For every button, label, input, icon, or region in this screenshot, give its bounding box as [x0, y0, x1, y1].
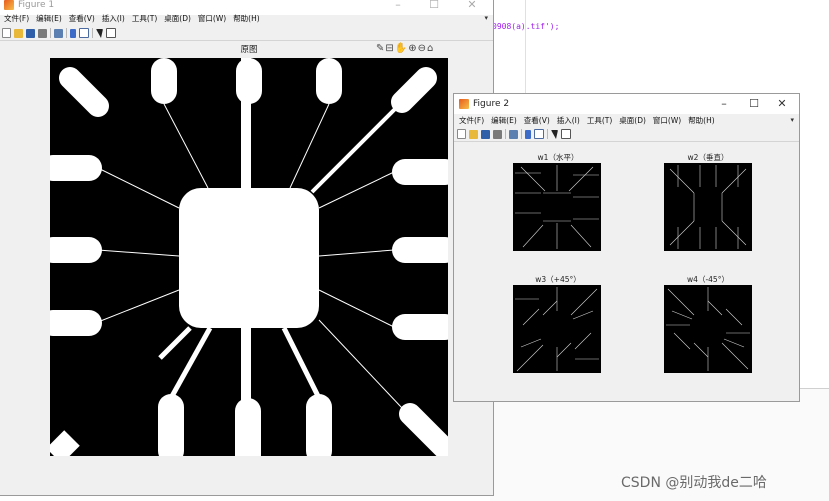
- original-image: [50, 58, 448, 456]
- pin-right-1: [392, 159, 448, 185]
- pin-right-2: [392, 237, 448, 263]
- link-plot-icon[interactable]: [54, 28, 63, 38]
- toolbar-separator: [547, 129, 548, 139]
- pin-right-3: [392, 314, 448, 340]
- subplot-w4-image: [664, 285, 752, 373]
- menu-help[interactable]: 帮助(H): [233, 13, 260, 24]
- print-icon[interactable]: [38, 28, 47, 38]
- menu-insert[interactable]: 插入(I): [557, 115, 580, 126]
- menu-tools[interactable]: 工具(T): [132, 13, 157, 24]
- insert-legend-icon[interactable]: [534, 129, 544, 139]
- close-button[interactable]: ✕: [767, 94, 797, 114]
- pan-icon[interactable]: ✋: [395, 44, 407, 54]
- pin-bottom-1: [158, 394, 184, 456]
- menu-insert[interactable]: 插入(I): [102, 13, 125, 24]
- pin-bottom-3: [306, 394, 332, 456]
- menu-view[interactable]: 查看(V): [69, 13, 95, 24]
- menu-file[interactable]: 文件(F): [459, 115, 484, 126]
- figure2-menubar: 文件(F) 编辑(E) 查看(V) 插入(I) 工具(T) 桌面(D) 窗口(W…: [454, 113, 799, 127]
- insert-colorbar-icon[interactable]: [70, 28, 76, 38]
- menu-overflow-icon[interactable]: ▾: [790, 116, 794, 124]
- home-icon[interactable]: ⌂: [427, 44, 433, 54]
- link-plot-icon[interactable]: [509, 129, 518, 139]
- central-pad: [179, 188, 319, 328]
- pin-left-1: [50, 155, 102, 181]
- zoom-in-icon[interactable]: ⊕: [408, 44, 416, 54]
- menu-desktop[interactable]: 桌面(D): [619, 115, 646, 126]
- insert-legend-icon[interactable]: [79, 28, 89, 38]
- menu-file[interactable]: 文件(F): [4, 13, 29, 24]
- save-icon[interactable]: [26, 28, 35, 38]
- figure2-title: Figure 2: [473, 99, 510, 109]
- subplot-w2-image: [664, 163, 752, 251]
- matlab-icon: [4, 0, 14, 10]
- pin-top-3: [316, 58, 342, 104]
- figure2-toolbar: [454, 127, 799, 142]
- toolbar-separator: [505, 129, 506, 139]
- subplot-w3-image: [513, 285, 601, 373]
- new-figure-icon[interactable]: [2, 28, 11, 38]
- subplot-w1-image: [513, 163, 601, 251]
- pin-top-2: [236, 58, 262, 104]
- subplot-title-w4: w4（-45°）: [687, 275, 729, 284]
- toolbar-separator: [92, 28, 93, 38]
- figure1-toolbar: [0, 26, 493, 41]
- toolbar-separator: [50, 28, 51, 38]
- toolbar-separator: [521, 129, 522, 139]
- menu-tools[interactable]: 工具(T): [587, 115, 612, 126]
- open-file-icon[interactable]: [14, 28, 23, 38]
- axes-toolbar: ✎ ⊟ ✋ ⊕ ⊖ ⌂: [375, 44, 433, 54]
- figure1-window: Figure 1 – ☐ ✕ 文件(F) 编辑(E) 查看(V) 插入(I) 工…: [0, 0, 494, 496]
- menu-edit[interactable]: 编辑(E): [36, 13, 62, 24]
- new-figure-icon[interactable]: [457, 129, 466, 139]
- csdn-watermark: CSDN @别动我de二哈: [621, 475, 767, 491]
- menu-window[interactable]: 窗口(W): [653, 115, 681, 126]
- minimize-button[interactable]: –: [709, 94, 739, 114]
- figure1-title: Figure 1: [18, 0, 55, 10]
- menu-overflow-icon[interactable]: ▾: [484, 14, 488, 22]
- editor-code-fragment: 0908(a).tif');: [492, 22, 560, 31]
- property-inspector-icon[interactable]: [106, 28, 116, 38]
- menu-help[interactable]: 帮助(H): [688, 115, 715, 126]
- subplot-title-w1: w1（水平）: [537, 153, 579, 162]
- insert-colorbar-icon[interactable]: [525, 129, 531, 139]
- pin-left-3: [50, 310, 102, 336]
- subplot-title-w2: w2（垂直）: [687, 153, 729, 162]
- data-tip-icon[interactable]: ⊟: [385, 44, 393, 54]
- open-file-icon[interactable]: [469, 129, 478, 139]
- menu-desktop[interactable]: 桌面(D): [164, 13, 191, 24]
- menu-view[interactable]: 查看(V): [524, 115, 550, 126]
- save-icon[interactable]: [481, 129, 490, 139]
- matlab-icon: [459, 99, 469, 109]
- toolbar-separator: [66, 28, 67, 38]
- pin-left-2: [50, 237, 102, 263]
- maximize-button[interactable]: ☐: [739, 94, 769, 114]
- menu-window[interactable]: 窗口(W): [198, 13, 226, 24]
- figure1-menubar: 文件(F) 编辑(E) 查看(V) 插入(I) 工具(T) 桌面(D) 窗口(W…: [0, 11, 493, 25]
- menu-edit[interactable]: 编辑(E): [491, 115, 517, 126]
- edit-plot-cursor-icon[interactable]: [96, 28, 103, 38]
- pin-top-1: [151, 58, 177, 104]
- figure2-window: Figure 2 – ☐ ✕ 文件(F) 编辑(E) 查看(V) 插入(I) 工…: [453, 93, 800, 402]
- subplot-title-w3: w3（+45°）: [535, 275, 581, 284]
- edit-plot-cursor-icon[interactable]: [551, 129, 558, 139]
- brush-icon[interactable]: ✎: [376, 44, 384, 54]
- pin-bottom-2: [235, 398, 261, 456]
- property-inspector-icon[interactable]: [561, 129, 571, 139]
- zoom-out-icon[interactable]: ⊖: [418, 44, 426, 54]
- lead-bottom-left-thick: [50, 430, 80, 456]
- figure2-titlebar[interactable]: Figure 2 – ☐ ✕: [454, 94, 799, 114]
- print-icon[interactable]: [493, 129, 502, 139]
- figure1-axes-title: 原图: [240, 45, 258, 55]
